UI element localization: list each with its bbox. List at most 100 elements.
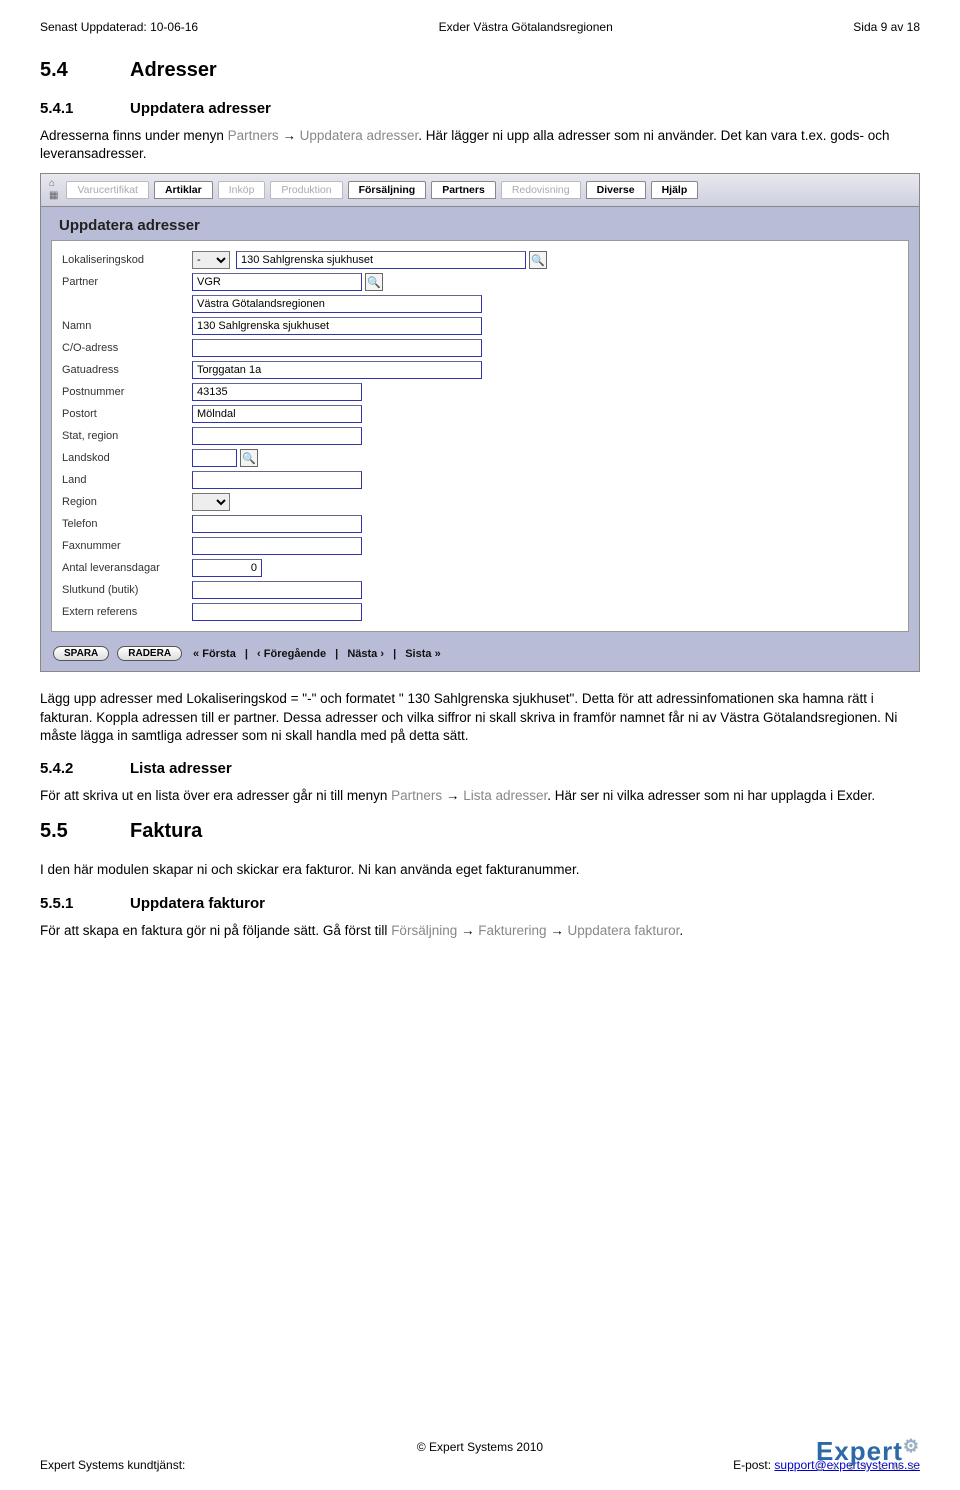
radera-button[interactable]: RADERA [117, 646, 182, 661]
input-stat[interactable] [192, 427, 362, 445]
heading-5-5: 5.5Faktura [40, 820, 920, 843]
search-icon[interactable]: 🔍 [529, 251, 547, 269]
input-gatuadress[interactable] [192, 361, 482, 379]
row-slutkund: Slutkund (butik) [62, 579, 898, 601]
input-slutkund[interactable] [192, 581, 362, 599]
row-partner: Partner 🔍 [62, 271, 898, 293]
tab-varucertifikat[interactable]: Varucertifikat [66, 181, 149, 199]
arrow-icon: → [457, 923, 478, 938]
nav-first[interactable]: « Första [190, 648, 239, 660]
form-area: Lokaliseringskod - 🔍 Partner 🔍 Namn C/O-… [51, 240, 909, 632]
input-partner-code[interactable] [192, 273, 362, 291]
header-center: Exder Västra Götalandsregionen [439, 20, 613, 34]
label-fax: Faxnummer [62, 540, 192, 552]
paragraph-5-4-1: Adresserna finns under menyn Partners → … [40, 127, 920, 163]
logo-sub: S Y S T E M S [816, 1463, 920, 1472]
row-telefon: Telefon [62, 513, 898, 535]
label-partner: Partner [62, 276, 192, 288]
menu-ref-fakturering: Fakturering [478, 923, 546, 938]
row-postnummer: Postnummer [62, 381, 898, 403]
footer-copyright: © Expert Systems 2010 [40, 1440, 920, 1454]
search-icon[interactable]: 🔍 [365, 273, 383, 291]
label-stat: Stat, region [62, 430, 192, 442]
tab-hjälp[interactable]: Hjälp [651, 181, 699, 199]
input-fax[interactable] [192, 537, 362, 555]
row-co: C/O-adress [62, 337, 898, 359]
select-lokaliseringskod[interactable]: - [192, 251, 230, 269]
header-right: Sida 9 av 18 [853, 20, 920, 34]
page-header: Senast Uppdaterad: 10-06-16 Exder Västra… [40, 20, 920, 34]
tab-artiklar[interactable]: Artiklar [154, 181, 213, 199]
label-namn: Namn [62, 320, 192, 332]
input-partner-name[interactable] [192, 295, 482, 313]
heading-5-4-2: 5.4.2Lista adresser [40, 760, 920, 777]
label-slutkund: Slutkund (butik) [62, 584, 192, 596]
row-levdagar: Antal leveransdagar [62, 557, 898, 579]
app-toolbar: ⌂ ▦ Varucertifikat Artiklar InköpProduktio… [41, 174, 919, 207]
arrow-icon: → [547, 923, 568, 938]
label-co: C/O-adress [62, 342, 192, 354]
input-landskod[interactable] [192, 449, 237, 467]
tab-försäljning[interactable]: Försäljning [348, 181, 427, 199]
spara-button[interactable]: SPARA [53, 646, 109, 661]
heading-5-4-1-num: 5.4.1 [40, 100, 130, 117]
footer-email-label: E-post: [733, 1458, 774, 1472]
heading-5-4-num: 5.4 [40, 59, 130, 82]
heading-5-4: 5.4Adresser [40, 59, 920, 82]
label-landskod: Landskod [62, 452, 192, 464]
input-extref[interactable] [192, 603, 362, 621]
input-levdagar[interactable] [192, 559, 262, 577]
menu-ref-uppdatera-adresser: Uppdatera adresser [300, 128, 419, 143]
label-lokaliseringskod: Lokaliseringskod [62, 254, 192, 266]
heading-5-4-title: Adresser [130, 59, 217, 81]
label-extref: Extern referens [62, 606, 192, 618]
nav-sep: | [239, 648, 254, 660]
menu-ref-uppdatera-fakturor: Uppdatera fakturor [568, 923, 680, 938]
nav-next[interactable]: Nästa › [344, 648, 387, 660]
menu-ref-lista-adresser: Lista adresser [463, 788, 547, 803]
row-land: Land [62, 469, 898, 491]
tab-produktion[interactable]: Produktion [270, 181, 342, 199]
paragraph-5-5: I den här modulen skapar ni och skickar … [40, 861, 920, 879]
input-postort[interactable] [192, 405, 362, 423]
menu-ref-partners: Partners [391, 788, 442, 803]
app-screenshot: ⌂ ▦ Varucertifikat Artiklar InköpProduktio… [40, 173, 920, 672]
paragraph-after-screenshot: Lägg upp adresser med Lokaliseringskod =… [40, 690, 920, 745]
input-telefon[interactable] [192, 515, 362, 533]
text: För att skapa en faktura gör ni på följa… [40, 923, 391, 938]
tabs: Varucertifikat Artiklar InköpProduktion För… [66, 181, 698, 199]
search-icon[interactable]: 🔍 [240, 449, 258, 467]
tab-diverse[interactable]: Diverse [586, 181, 646, 199]
tab-redovisning[interactable]: Redovisning [501, 181, 581, 199]
input-postnummer[interactable] [192, 383, 362, 401]
tab-partners[interactable]: Partners [431, 181, 496, 199]
bottom-bar: SPARA RADERA « Första | ‹ Föregående | N… [41, 640, 919, 671]
arrow-icon: → [279, 128, 300, 143]
paragraph-5-5-1: För att skapa en faktura gör ni på följa… [40, 922, 920, 940]
nav-sep: | [329, 648, 344, 660]
input-lokaliseringskod[interactable] [236, 251, 526, 269]
tab-inköp[interactable]: Inköp [218, 181, 266, 199]
text: . Här ser ni vilka adresser som ni har u… [547, 788, 875, 803]
heading-5-4-2-num: 5.4.2 [40, 760, 130, 777]
nav-prev[interactable]: ‹ Föregående [254, 648, 329, 660]
row-fax: Faxnummer [62, 535, 898, 557]
select-region[interactable] [192, 493, 230, 511]
row-lokaliseringskod: Lokaliseringskod - 🔍 [62, 249, 898, 271]
row-partner-name [62, 293, 898, 315]
toolbar-left-icons: ⌂ ▦ [45, 176, 62, 204]
input-namn[interactable] [192, 317, 482, 335]
header-left: Senast Uppdaterad: 10-06-16 [40, 20, 198, 34]
nav-last[interactable]: Sista » [402, 648, 443, 660]
input-land[interactable] [192, 471, 362, 489]
input-co[interactable] [192, 339, 482, 357]
label-levdagar: Antal leveransdagar [62, 562, 192, 574]
heading-5-5-num: 5.5 [40, 820, 130, 843]
row-gatuadress: Gatuadress [62, 359, 898, 381]
panel-title: Uppdatera adresser [41, 207, 919, 240]
home-icon[interactable]: ⌂ [49, 179, 58, 189]
grid-icon[interactable]: ▦ [49, 191, 58, 201]
footer-left: Expert Systems kundtjänst: [40, 1458, 185, 1472]
row-postort: Postort [62, 403, 898, 425]
text: . [679, 923, 683, 938]
